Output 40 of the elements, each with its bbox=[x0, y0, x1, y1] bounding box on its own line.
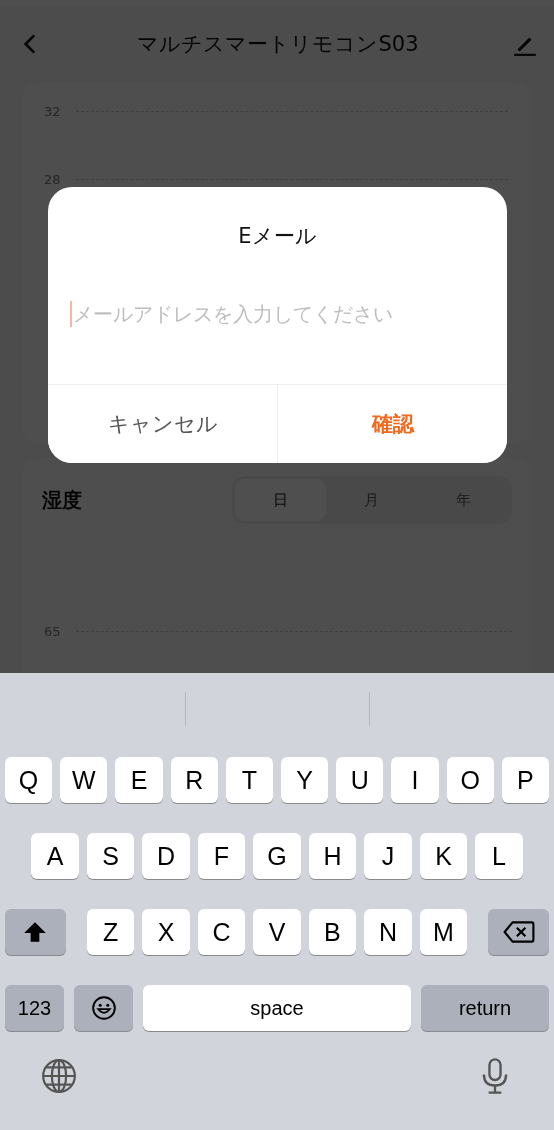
key[interactable]: S bbox=[86, 833, 135, 879]
backspace-key[interactable] bbox=[488, 909, 550, 955]
key[interactable]: N bbox=[364, 909, 412, 955]
globe-icon[interactable] bbox=[40, 1057, 78, 1095]
key[interactable]: E bbox=[115, 757, 163, 803]
shift-key[interactable] bbox=[5, 909, 66, 955]
key[interactable]: I bbox=[391, 757, 439, 803]
key[interactable]: D bbox=[142, 833, 190, 879]
emoji-key[interactable] bbox=[74, 985, 133, 1031]
key[interactable]: R bbox=[170, 757, 218, 803]
key[interactable]: O bbox=[446, 757, 494, 803]
page-title: マルチスマートリモコンS03 bbox=[137, 31, 419, 58]
space-key[interactable]: space bbox=[143, 985, 411, 1031]
key[interactable]: M bbox=[419, 909, 468, 955]
key[interactable]: L bbox=[475, 833, 523, 879]
email-input[interactable]: メールアドレスを入力してください bbox=[73, 302, 483, 326]
key[interactable]: J bbox=[364, 833, 412, 879]
emoji-icon bbox=[90, 995, 117, 1021]
key[interactable]: H bbox=[308, 833, 357, 879]
key[interactable]: T bbox=[225, 757, 273, 803]
key[interactable]: X bbox=[142, 909, 190, 955]
dialog-title: Eメール bbox=[237, 223, 318, 250]
key[interactable]: U bbox=[336, 757, 384, 803]
numbers-key[interactable]: 123 bbox=[5, 985, 64, 1031]
text-cursor bbox=[70, 301, 72, 327]
backspace-icon bbox=[502, 920, 535, 944]
return-key[interactable]: return bbox=[421, 985, 549, 1031]
key[interactable]: C bbox=[197, 909, 246, 955]
key[interactable]: Z bbox=[86, 909, 135, 955]
card-title: 湿度 bbox=[42, 486, 82, 514]
key[interactable]: K bbox=[419, 833, 468, 879]
key[interactable]: B bbox=[308, 909, 357, 955]
key[interactable]: Y bbox=[281, 757, 329, 803]
key[interactable]: A bbox=[31, 833, 79, 879]
key[interactable]: G bbox=[253, 833, 301, 879]
key[interactable]: P bbox=[501, 757, 549, 803]
key[interactable]: W bbox=[60, 757, 108, 803]
key[interactable]: F bbox=[197, 833, 246, 879]
key[interactable]: Q bbox=[5, 757, 53, 803]
key[interactable]: V bbox=[253, 909, 301, 955]
